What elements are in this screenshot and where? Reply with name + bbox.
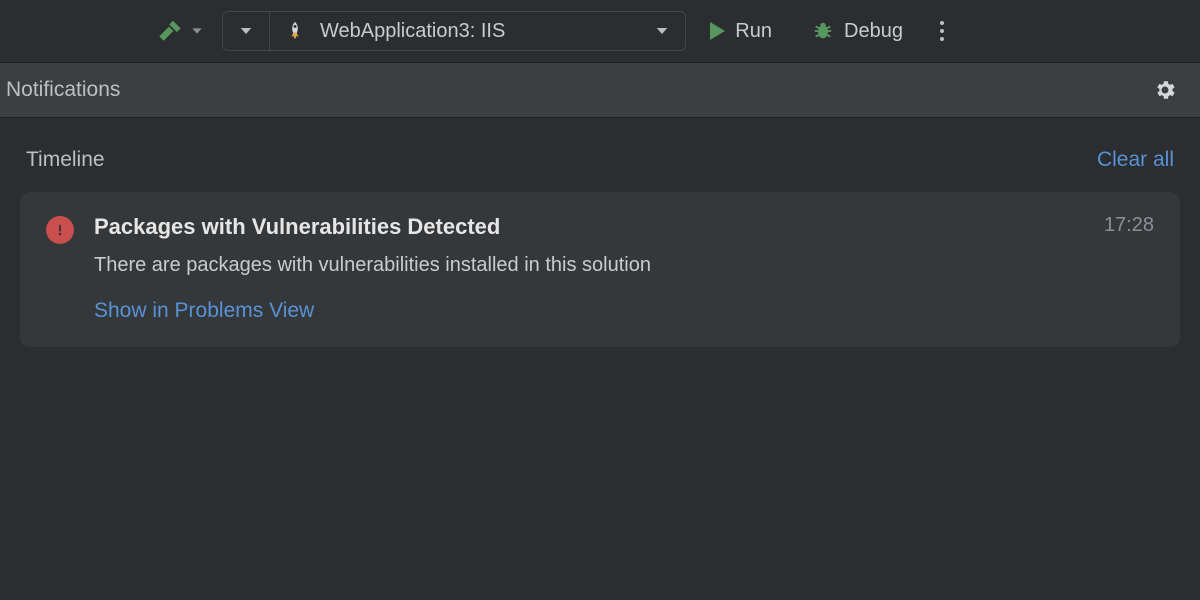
chevron-down-icon [188, 22, 206, 40]
debug-button-label: Debug [844, 20, 903, 43]
error-icon [46, 216, 74, 244]
debug-button[interactable]: Debug [796, 11, 919, 51]
notifications-header: Notifications [0, 62, 1200, 118]
build-button-group[interactable] [148, 18, 214, 44]
hammer-icon [156, 18, 182, 44]
clear-all-link[interactable]: Clear all [1097, 148, 1174, 172]
notification-action-link[interactable]: Show in Problems View [94, 299, 314, 323]
dot-icon [940, 37, 944, 41]
run-config-label: WebApplication3: IIS [320, 20, 505, 43]
run-config-current[interactable]: WebApplication3: IIS [269, 12, 685, 50]
panel-title: Notifications [6, 78, 120, 102]
dot-icon [940, 29, 944, 33]
timeline-label: Timeline [26, 148, 105, 172]
bug-icon [812, 20, 834, 42]
settings-button[interactable] [1152, 77, 1178, 103]
dot-icon [940, 21, 944, 25]
notification-head: Packages with Vulnerabilities Detected 1… [94, 214, 1154, 240]
notification-time: 17:28 [1104, 214, 1154, 237]
more-actions-button[interactable] [927, 11, 957, 51]
notification-title: Packages with Vulnerabilities Detected [94, 214, 500, 240]
notifications-body: Timeline Clear all Packages with Vulnera… [0, 118, 1200, 347]
run-button[interactable]: Run [694, 11, 788, 51]
play-icon [710, 22, 725, 40]
notification-message: There are packages with vulnerabilities … [94, 254, 1154, 277]
top-toolbar: WebApplication3: IIS Run Debug [0, 0, 1200, 62]
run-button-label: Run [735, 20, 772, 43]
run-config-selector[interactable]: WebApplication3: IIS [222, 11, 686, 51]
timeline-header-row: Timeline Clear all [20, 136, 1180, 192]
run-config-history[interactable] [223, 12, 269, 50]
notification-content: Packages with Vulnerabilities Detected 1… [94, 214, 1154, 323]
chevron-down-icon [237, 22, 255, 40]
chevron-down-icon [653, 22, 671, 40]
notification-card[interactable]: Packages with Vulnerabilities Detected 1… [20, 192, 1180, 347]
rocket-icon [284, 20, 306, 42]
